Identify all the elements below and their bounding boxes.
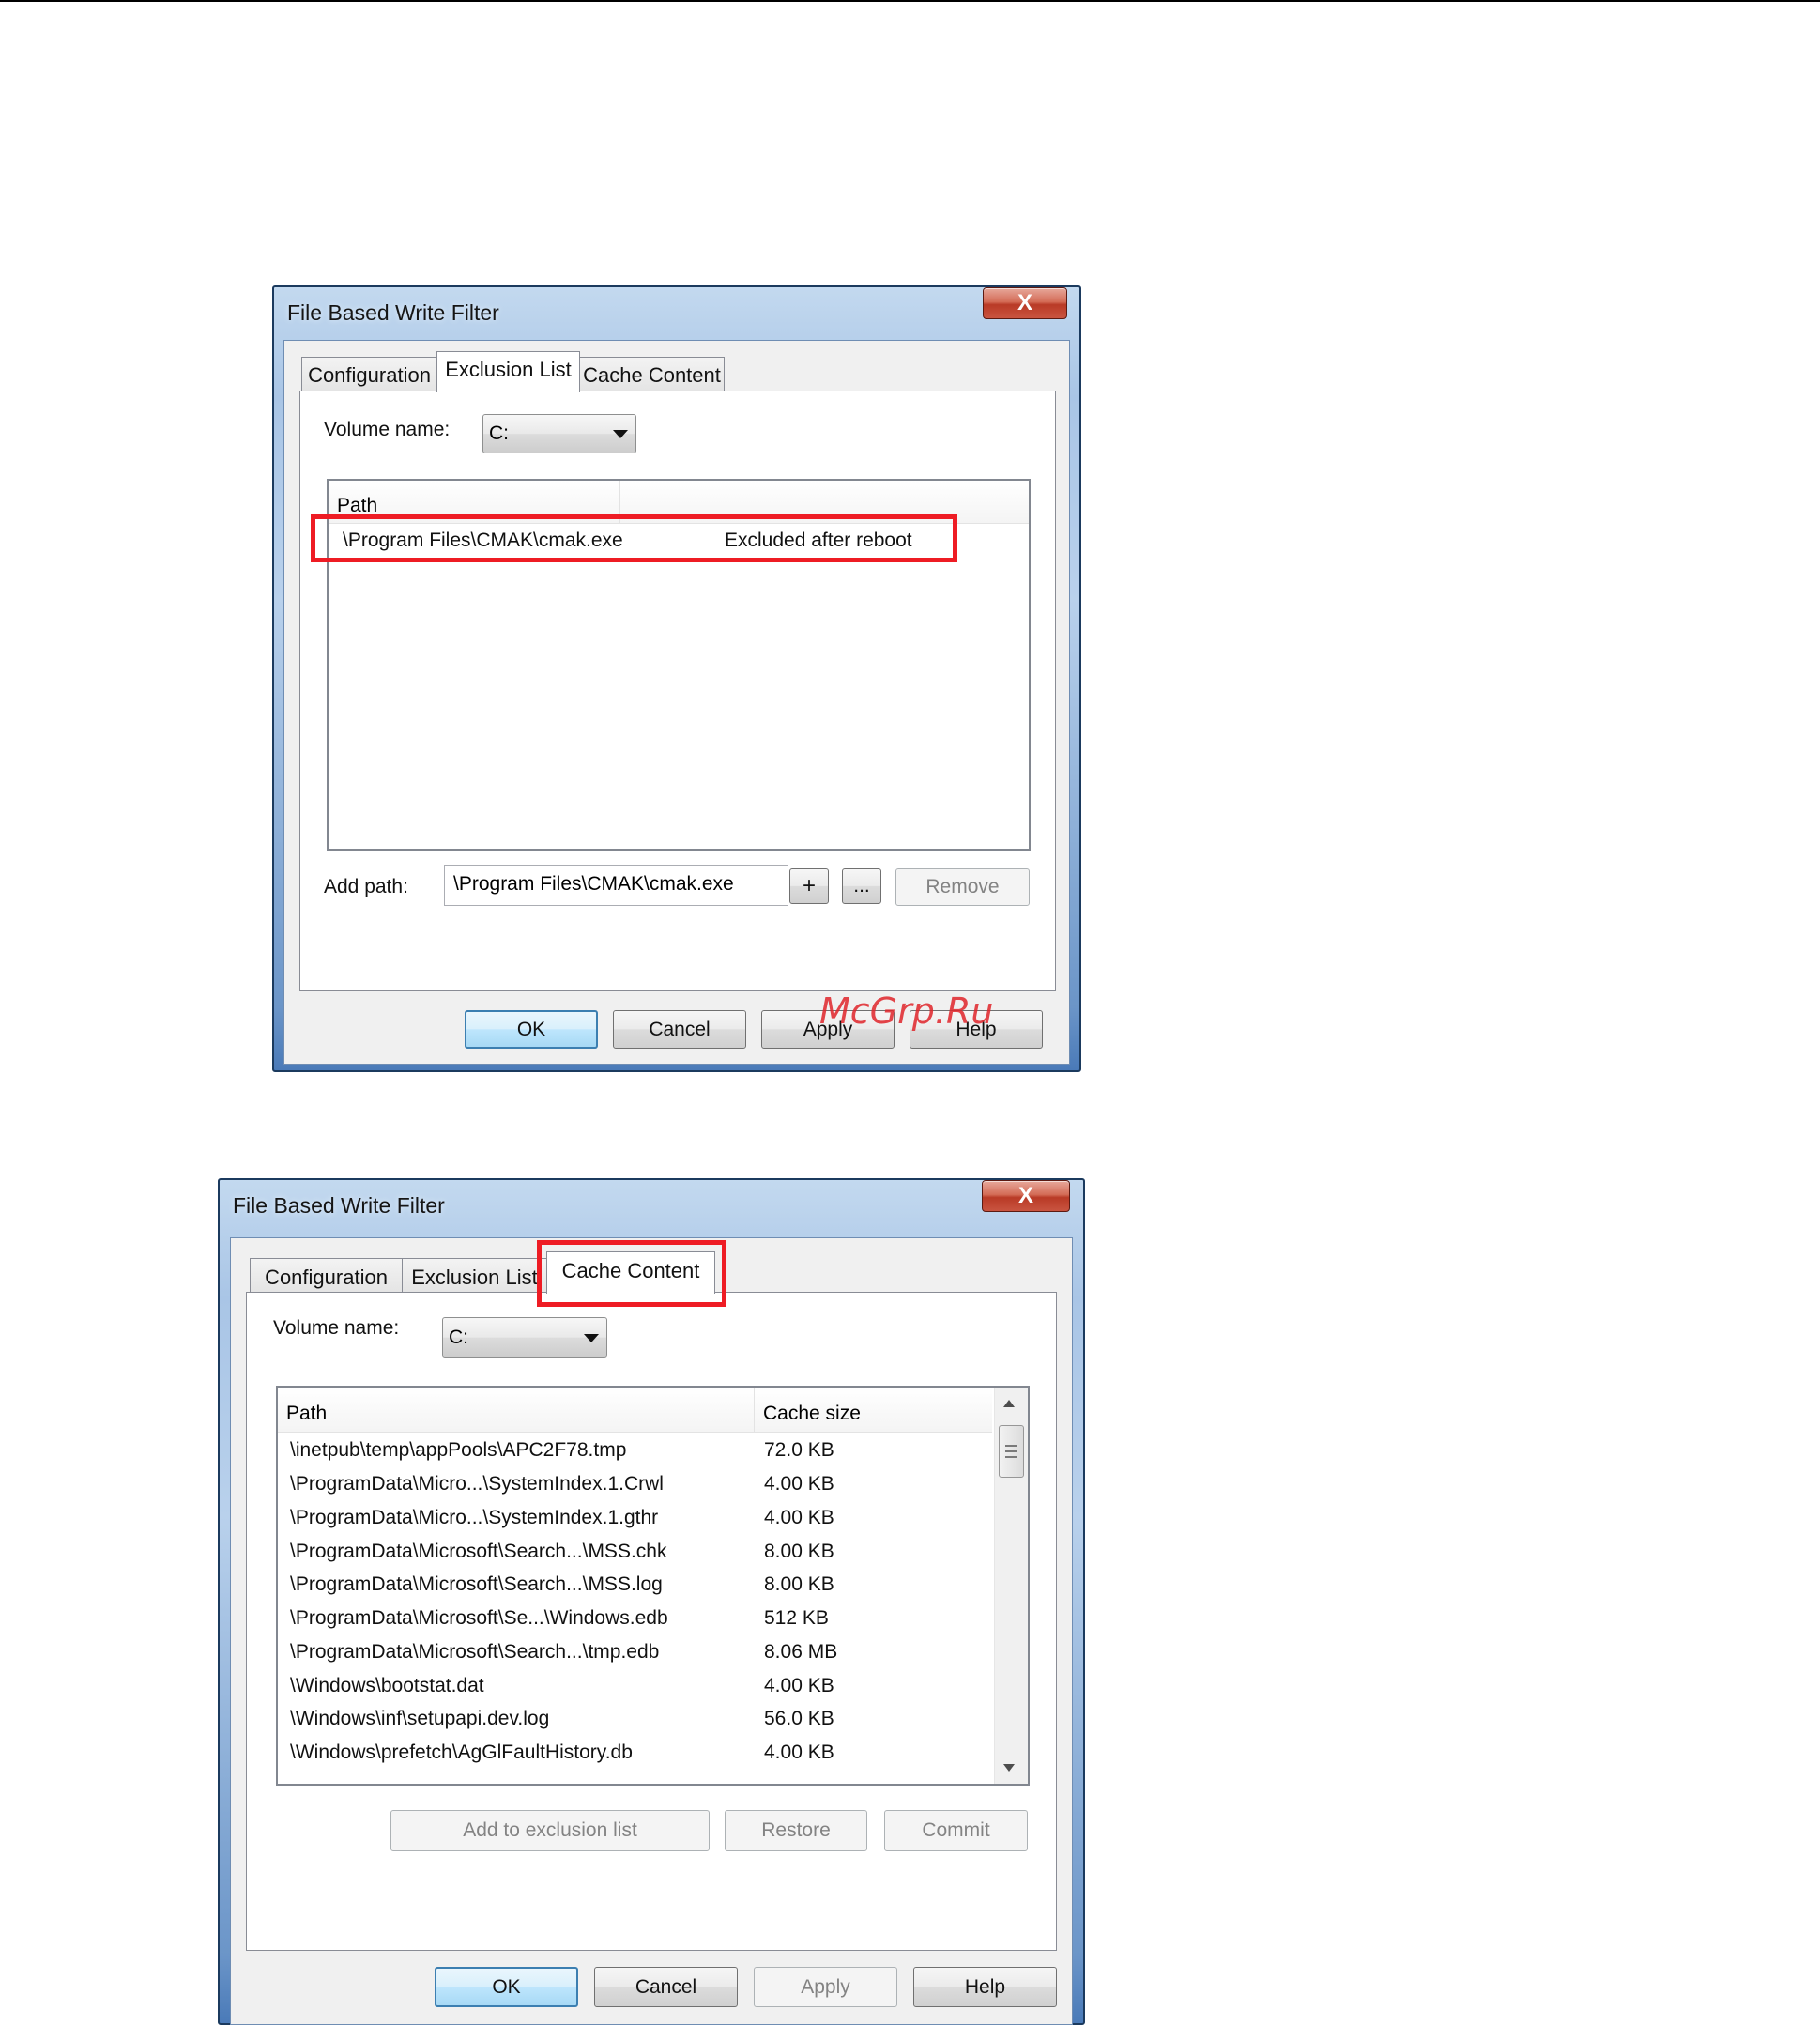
tab-exclusion-list[interactable]: Exclusion List bbox=[436, 351, 580, 392]
scroll-down-button[interactable] bbox=[995, 1752, 1028, 1784]
cache-row-path: \Windows\bootstat.dat bbox=[290, 1675, 484, 1696]
cache-row-size: 4.00 KB bbox=[764, 1507, 834, 1528]
scroll-thumb[interactable] bbox=[999, 1425, 1024, 1478]
cache-row-path: \ProgramData\Microsoft\Search...\tmp.edb bbox=[290, 1641, 660, 1663]
cache-row-path: \inetpub\temp\appPools\APC2F78.tmp bbox=[290, 1439, 627, 1461]
arrow-down-icon bbox=[1003, 1764, 1015, 1772]
highlight-box-excluded-row bbox=[311, 514, 957, 562]
cache-row-size: 8.06 MB bbox=[764, 1641, 838, 1663]
grip-icon bbox=[1005, 1445, 1017, 1447]
help-button[interactable]: Help bbox=[913, 1967, 1057, 2007]
window-title: File Based Write Filter bbox=[233, 1193, 445, 1218]
exclusion-list-panel: Volume name: C: Path \Program Files\CMAK… bbox=[299, 391, 1056, 991]
column-header-path[interactable]: Path bbox=[278, 1388, 754, 1432]
tab-cache-content[interactable]: Cache Content bbox=[546, 1251, 715, 1294]
close-button[interactable]: X bbox=[982, 1180, 1070, 1212]
cache-content-listview[interactable]: Path Cache size \inetpub\temp\appPools\A… bbox=[276, 1386, 1030, 1786]
watermark: McGrp.Ru bbox=[819, 990, 994, 1032]
cache-row-path: \ProgramData\Microsoft\Search...\MSS.chk bbox=[290, 1541, 667, 1562]
tab-cache-content[interactable]: Cache Content bbox=[579, 357, 725, 391]
cache-row-size: 8.00 KB bbox=[764, 1573, 834, 1595]
cancel-button[interactable]: Cancel bbox=[613, 1010, 746, 1049]
cache-row-size: 4.00 KB bbox=[764, 1675, 834, 1696]
cache-row-size: 56.0 KB bbox=[764, 1708, 834, 1729]
remove-button[interactable]: Remove bbox=[895, 868, 1030, 906]
column-header-cache-size[interactable]: Cache size bbox=[754, 1388, 992, 1432]
grip-icon bbox=[1005, 1456, 1017, 1458]
cache-row-path: \ProgramData\Micro...\SystemIndex.1.Crwl bbox=[290, 1473, 664, 1495]
close-icon: X bbox=[1017, 1183, 1033, 1208]
close-icon: X bbox=[1017, 290, 1032, 315]
grip-icon bbox=[1005, 1450, 1017, 1452]
cache-row-size: 72.0 KB bbox=[764, 1439, 834, 1461]
cache-row-path: \ProgramData\Micro...\SystemIndex.1.gthr bbox=[290, 1507, 659, 1528]
volume-name-label: Volume name: bbox=[324, 419, 451, 440]
ok-button[interactable]: OK bbox=[465, 1010, 598, 1049]
ok-button[interactable]: OK bbox=[435, 1967, 578, 2007]
scroll-up-button[interactable] bbox=[995, 1388, 1028, 1419]
add-path-label: Add path: bbox=[324, 876, 408, 897]
ellipsis-icon: ... bbox=[853, 875, 870, 897]
close-button[interactable]: X bbox=[983, 287, 1067, 319]
browse-button[interactable]: ... bbox=[842, 868, 881, 904]
add-path-input[interactable]: \Program Files\CMAK\cmak.exe bbox=[444, 865, 788, 906]
arrow-up-icon bbox=[1003, 1400, 1015, 1407]
vertical-scrollbar[interactable] bbox=[994, 1388, 1028, 1784]
cache-row-size: 4.00 KB bbox=[764, 1741, 834, 1763]
add-path-button[interactable]: + bbox=[789, 868, 829, 904]
fbwf-dialog-exclusion-list: File Based Write Filter X Configuration … bbox=[272, 285, 1081, 1072]
window-title: File Based Write Filter bbox=[287, 300, 499, 325]
volume-name-label: Volume name: bbox=[273, 1317, 400, 1339]
chevron-down-icon bbox=[584, 1334, 599, 1342]
cancel-button[interactable]: Cancel bbox=[594, 1967, 738, 2007]
add-to-exclusion-list-button[interactable]: Add to exclusion list bbox=[390, 1810, 710, 1851]
cache-row-path: \Windows\prefetch\AgGlFaultHistory.db bbox=[290, 1741, 633, 1763]
dialog-client-area: Configuration Exclusion List Cache Conte… bbox=[283, 340, 1070, 1065]
restore-button[interactable]: Restore bbox=[725, 1810, 867, 1851]
listview-header: Path Cache size bbox=[278, 1388, 992, 1433]
commit-button[interactable]: Commit bbox=[884, 1810, 1028, 1851]
tab-exclusion-list[interactable]: Exclusion List bbox=[402, 1258, 547, 1293]
cache-content-panel: Volume name: C: Path Cache size \inetpub… bbox=[246, 1292, 1057, 1951]
add-path-input-value: \Program Files\CMAK\cmak.exe bbox=[453, 873, 734, 895]
volume-name-value: C: bbox=[489, 422, 509, 444]
cache-row-path: \ProgramData\Microsoft\Search...\MSS.log bbox=[290, 1573, 663, 1595]
volume-name-dropdown[interactable]: C: bbox=[442, 1317, 607, 1358]
volume-name-dropdown[interactable]: C: bbox=[482, 414, 636, 453]
cache-row-path: \ProgramData\Microsoft\Se...\Windows.edb bbox=[290, 1607, 668, 1629]
page-top-rule bbox=[0, 0, 1820, 2]
plus-icon: + bbox=[802, 873, 816, 898]
cache-row-path: \Windows\inf\setupapi.dev.log bbox=[290, 1708, 550, 1729]
dialog-client-area: Configuration Exclusion List Cache Conte… bbox=[230, 1237, 1073, 2025]
tab-configuration[interactable]: Configuration bbox=[250, 1258, 403, 1293]
cache-row-size: 8.00 KB bbox=[764, 1541, 834, 1562]
apply-button[interactable]: Apply bbox=[754, 1967, 897, 2007]
volume-name-value: C: bbox=[449, 1327, 468, 1348]
cache-row-size: 4.00 KB bbox=[764, 1473, 834, 1495]
chevron-down-icon bbox=[613, 430, 628, 438]
cache-row-size: 512 KB bbox=[764, 1607, 829, 1629]
tab-configuration[interactable]: Configuration bbox=[301, 357, 437, 391]
